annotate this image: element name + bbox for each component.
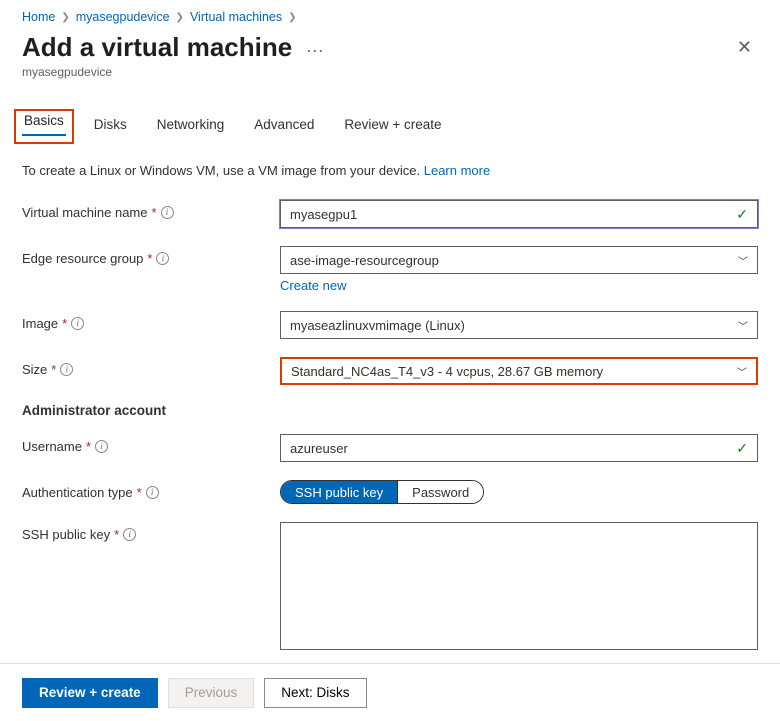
image-select[interactable]: myaseazlinuxvmimage (Linux) ﹀ [280, 311, 758, 339]
breadcrumb-vms[interactable]: Virtual machines [190, 10, 282, 24]
chevron-right-icon: ❯ [288, 12, 296, 23]
page-title: Add a virtual machine [22, 32, 292, 62]
previous-button: Previous [168, 678, 255, 708]
size-label: Size [22, 362, 47, 377]
required-icon: * [114, 527, 119, 542]
image-label: Image [22, 316, 58, 331]
required-icon: * [51, 362, 56, 377]
required-icon: * [62, 316, 67, 331]
highlight-box: Basics [14, 109, 74, 144]
more-icon[interactable]: ··· [306, 40, 324, 60]
close-icon[interactable]: ✕ [731, 33, 758, 62]
required-icon: * [147, 251, 152, 266]
size-select[interactable]: Standard_NC4as_T4_v3 - 4 vcpus, 28.67 GB… [280, 357, 758, 385]
intro-text: To create a Linux or Windows VM, use a V… [22, 163, 758, 178]
review-create-button[interactable]: Review + create [22, 678, 158, 708]
breadcrumb: Home ❯ myasegpudevice ❯ Virtual machines… [22, 10, 758, 24]
username-input[interactable]: azureuser ✓ [280, 434, 758, 462]
tab-review[interactable]: Review + create [342, 113, 443, 140]
info-icon[interactable]: i [60, 363, 73, 376]
ssh-key-input[interactable] [280, 522, 758, 650]
auth-type-label: Authentication type [22, 485, 133, 500]
checkmark-icon: ✓ [736, 440, 748, 457]
required-icon: * [86, 439, 91, 454]
breadcrumb-device[interactable]: myasegpudevice [76, 10, 170, 24]
learn-more-link[interactable]: Learn more [424, 163, 490, 178]
chevron-down-icon: ﹀ [738, 253, 748, 268]
username-label: Username [22, 439, 82, 454]
info-icon[interactable]: i [95, 440, 108, 453]
page-subtitle: myasegpudevice [22, 65, 758, 79]
tab-disks[interactable]: Disks [92, 113, 129, 140]
tab-strip: Basics Disks Networking Advanced Review … [22, 113, 758, 141]
required-icon: * [137, 485, 142, 500]
next-button[interactable]: Next: Disks [264, 678, 366, 708]
wizard-footer: Review + create Previous Next: Disks [0, 663, 780, 721]
admin-section-heading: Administrator account [22, 403, 758, 418]
info-icon[interactable]: i [71, 317, 84, 330]
tab-networking[interactable]: Networking [155, 113, 227, 140]
auth-type-toggle: SSH public key Password [280, 480, 484, 504]
vm-name-input[interactable]: myasegpu1 ✓ [280, 200, 758, 228]
chevron-down-icon: ﹀ [737, 364, 747, 379]
chevron-down-icon: ﹀ [738, 318, 748, 333]
ssh-key-label: SSH public key [22, 527, 110, 542]
checkmark-icon: ✓ [736, 206, 748, 223]
vm-name-label: Virtual machine name [22, 205, 148, 220]
create-new-link[interactable]: Create new [280, 278, 758, 293]
required-icon: * [152, 205, 157, 220]
erg-select[interactable]: ase-image-resourcegroup ﹀ [280, 246, 758, 274]
info-icon[interactable]: i [146, 486, 159, 499]
tab-advanced[interactable]: Advanced [252, 113, 316, 140]
info-icon[interactable]: i [156, 252, 169, 265]
auth-ssh-option[interactable]: SSH public key [281, 481, 397, 503]
breadcrumb-home[interactable]: Home [22, 10, 55, 24]
chevron-right-icon: ❯ [61, 12, 69, 23]
chevron-right-icon: ❯ [176, 12, 184, 23]
auth-password-option[interactable]: Password [397, 481, 483, 503]
erg-label: Edge resource group [22, 251, 143, 266]
tab-basics[interactable]: Basics [22, 109, 66, 136]
info-icon[interactable]: i [123, 528, 136, 541]
info-icon[interactable]: i [161, 206, 174, 219]
